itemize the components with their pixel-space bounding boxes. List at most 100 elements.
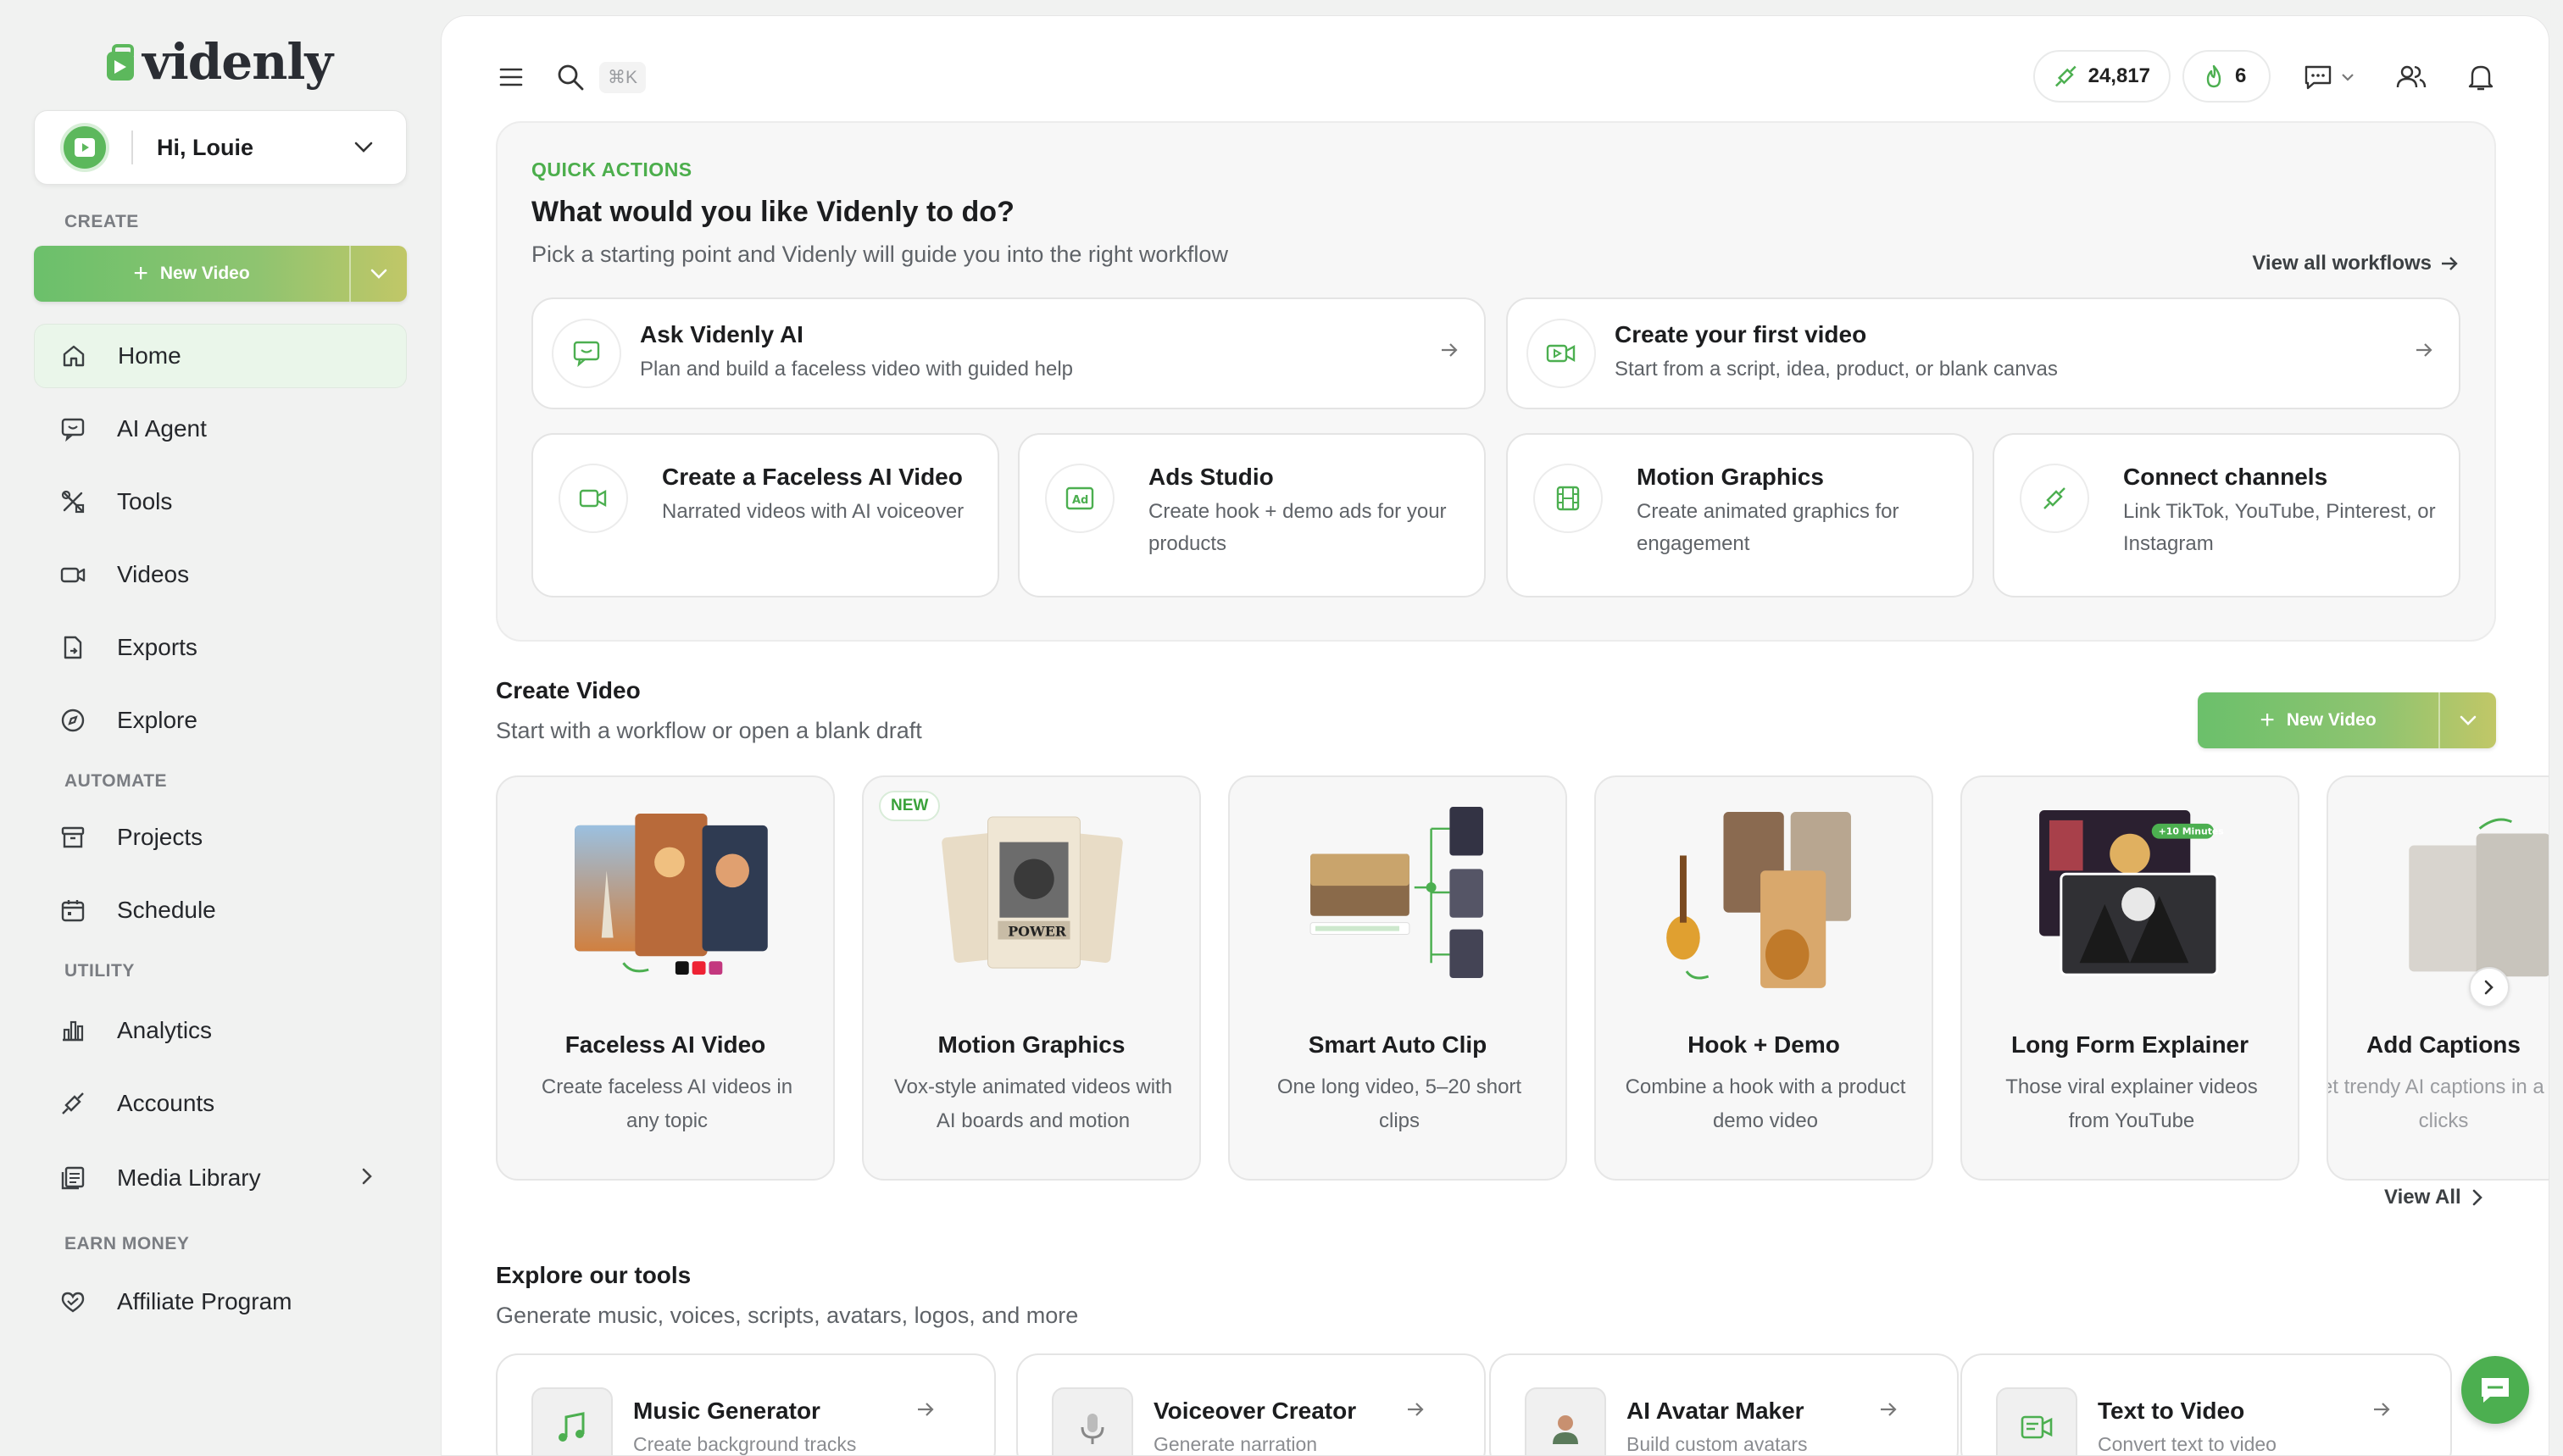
video-icon bbox=[559, 464, 628, 533]
streak-pill[interactable]: 6 bbox=[2182, 50, 2271, 103]
view-all-workflows-label: View all workflows bbox=[2252, 252, 2432, 275]
sidebar-item-label: Home bbox=[118, 342, 181, 369]
arrow-right-icon bbox=[2415, 342, 2433, 363]
search-icon[interactable] bbox=[553, 60, 587, 94]
tool-desc: Generate narration bbox=[1154, 1433, 1318, 1455]
quick-action-title: Connect channels bbox=[2123, 464, 2328, 490]
tool-card-ai-avatar-maker[interactable]: AI Avatar Maker Build custom avatars bbox=[1489, 1353, 1959, 1455]
tool-card-text-to-video[interactable]: Text to Video Convert text to video bbox=[1960, 1353, 2452, 1455]
quick-action-ask-ai[interactable]: Ask Videnly AI Plan and build a faceless… bbox=[531, 297, 1486, 409]
workflow-card-hook-demo[interactable]: Hook + Demo Combine a hook with a produc… bbox=[1594, 775, 1933, 1181]
chevron-down-icon bbox=[2342, 74, 2354, 81]
export-icon bbox=[59, 634, 86, 661]
brand-logo[interactable]: videnly bbox=[107, 32, 333, 92]
quick-actions-eyebrow: QUICK ACTIONS bbox=[531, 158, 692, 181]
plus-icon: + bbox=[2260, 706, 2275, 734]
video-icon bbox=[1526, 319, 1596, 388]
tool-name: Voiceover Creator bbox=[1154, 1398, 1357, 1424]
sidebar-item-affiliate-program[interactable]: Affiliate Program bbox=[34, 1270, 407, 1334]
sidebar-item-label: Tools bbox=[117, 488, 173, 514]
workspace-switcher[interactable]: Hi, Louie bbox=[34, 110, 407, 185]
team-icon[interactable] bbox=[2394, 60, 2428, 94]
avatar-icon bbox=[1525, 1387, 1606, 1455]
new-video-button[interactable]: + New Video bbox=[2198, 692, 2438, 748]
quick-action-motion-graphics[interactable]: Motion Graphics Create animated graphics… bbox=[1506, 433, 1974, 597]
flame-icon bbox=[2206, 64, 2221, 88]
workflow-card-long-form-explainer[interactable]: +10 Minutes Long Form Explainer Those vi… bbox=[1960, 775, 2299, 1181]
sidebar-item-label: Schedule bbox=[117, 897, 216, 923]
section-label-automate: AUTOMATE bbox=[64, 771, 168, 791]
quick-actions-title: What would you like Videnly to do? bbox=[531, 196, 1015, 228]
messages-dropdown[interactable] bbox=[2298, 58, 2360, 96]
quick-action-ads-studio[interactable]: Ad Ads Studio Create hook + demo ads for… bbox=[1018, 433, 1486, 597]
menu-icon[interactable] bbox=[496, 62, 526, 92]
carousel-next-button[interactable] bbox=[2469, 967, 2510, 1008]
sidebar-item-projects[interactable]: Projects bbox=[34, 805, 407, 870]
bar-chart-icon bbox=[59, 1017, 86, 1044]
quick-action-create-first-video[interactable]: Create your first video Start from a scr… bbox=[1506, 297, 2460, 409]
sidebar-item-accounts[interactable]: Accounts bbox=[34, 1071, 407, 1136]
bell-icon[interactable] bbox=[2464, 60, 2498, 94]
support-chat-button[interactable] bbox=[2461, 1356, 2529, 1424]
new-video-dropdown-button[interactable] bbox=[2438, 692, 2496, 748]
tool-name: AI Avatar Maker bbox=[1626, 1398, 1804, 1424]
view-all-workflows-button[interactable]: View All bbox=[2384, 1186, 2483, 1209]
workflow-card-motion-graphics[interactable]: NEW POWER Motion Graphics Vox-style anim… bbox=[862, 775, 1201, 1181]
media-icon bbox=[59, 1164, 86, 1192]
app-root: videnly Hi, Louie CREATE + New Video Hom… bbox=[0, 0, 2563, 1456]
svg-text:Ad: Ad bbox=[1072, 494, 1088, 507]
sidebar-item-media-library[interactable]: Media Library bbox=[34, 1146, 407, 1210]
workflow-card-faceless-ai-video[interactable]: Faceless AI Video Create faceless AI vid… bbox=[496, 775, 835, 1181]
sidebar-item-explore[interactable]: Explore bbox=[34, 688, 407, 753]
new-video-label: New Video bbox=[159, 264, 250, 283]
arrow-right-icon bbox=[916, 1401, 935, 1422]
chevron-down-icon bbox=[347, 131, 381, 164]
arrow-right-icon bbox=[1406, 1401, 1425, 1422]
sidebar: videnly Hi, Louie CREATE + New Video Hom… bbox=[0, 0, 441, 1456]
archive-icon bbox=[59, 824, 86, 851]
sidebar-item-ai-agent[interactable]: AI Agent bbox=[34, 397, 407, 461]
workflow-desc: One long video, 5–20 short clips bbox=[1276, 1075, 1522, 1132]
thumb-power-text: POWER bbox=[1008, 924, 1067, 940]
create-video-subtitle: Start with a workflow or open a blank dr… bbox=[496, 718, 922, 743]
tools-subtitle: Generate music, voices, scripts, avatars… bbox=[496, 1303, 1079, 1328]
quick-actions-subtitle: Pick a starting point and Videnly will g… bbox=[531, 242, 1228, 267]
sidebar-item-schedule[interactable]: Schedule bbox=[34, 878, 407, 942]
sidebar-item-label: Exports bbox=[117, 634, 197, 660]
sidebar-item-home[interactable]: Home bbox=[34, 324, 407, 388]
link-icon bbox=[2020, 464, 2089, 533]
workflow-thumbnail bbox=[2409, 818, 2549, 977]
credits-pill[interactable]: 24,817 bbox=[2033, 50, 2171, 103]
streak-count: 6 bbox=[2235, 64, 2247, 87]
credits-count: 24,817 bbox=[2088, 64, 2150, 87]
sidebar-item-analytics[interactable]: Analytics bbox=[34, 998, 407, 1063]
sidebar-item-label: Analytics bbox=[117, 1017, 213, 1043]
workflow-card-smart-auto-clip[interactable]: Smart Auto Clip One long video, 5–20 sho… bbox=[1228, 775, 1567, 1181]
tool-desc: Convert text to video bbox=[2098, 1433, 2277, 1455]
sidebar-item-tools[interactable]: Tools bbox=[34, 470, 407, 534]
sidebar-item-label: Explore bbox=[117, 707, 197, 733]
sidebar-new-video-button[interactable]: + New Video bbox=[34, 246, 349, 302]
new-video-dropdown-button[interactable] bbox=[349, 246, 407, 302]
sidebar-item-exports[interactable]: Exports bbox=[34, 615, 407, 680]
quick-action-desc: Create hook + demo ads for your products bbox=[1148, 500, 1447, 555]
workflow-name: Long Form Explainer bbox=[2010, 1031, 2249, 1058]
tool-card-music-generator[interactable]: Music Generator Create background tracks bbox=[496, 1353, 996, 1455]
chevron-right-icon bbox=[2484, 980, 2494, 995]
quick-action-title: Create your first video bbox=[1615, 321, 1867, 347]
home-icon bbox=[60, 342, 87, 370]
workflow-thumbnail bbox=[1666, 812, 1851, 988]
chat-icon bbox=[552, 319, 621, 388]
kbd-shortcut: ⌘K bbox=[599, 61, 647, 93]
tool-card-voiceover-creator[interactable]: Voiceover Creator Generate narration bbox=[1016, 1353, 1486, 1455]
quick-actions-panel: QUICK ACTIONS What would you like Videnl… bbox=[496, 121, 2496, 642]
section-label-create: CREATE bbox=[64, 212, 139, 231]
quick-action-faceless-video[interactable]: Create a Faceless AI Video Narrated vide… bbox=[531, 433, 999, 597]
workflow-card-add-captions[interactable]: Add Captions Get trendy AI captions in a… bbox=[2327, 775, 2549, 1181]
topbar: ⌘K 24,817 6 bbox=[442, 16, 2549, 118]
view-all-workflows-link[interactable]: View all workflows bbox=[2252, 252, 2459, 275]
workflow-desc: Get trendy AI captions in a few clicks bbox=[2328, 1075, 2549, 1132]
sidebar-item-videos[interactable]: Videos bbox=[34, 542, 407, 607]
arrow-right-icon bbox=[1879, 1401, 1898, 1422]
quick-action-connect-channels[interactable]: Connect channels Link TikTok, YouTube, P… bbox=[1993, 433, 2460, 597]
